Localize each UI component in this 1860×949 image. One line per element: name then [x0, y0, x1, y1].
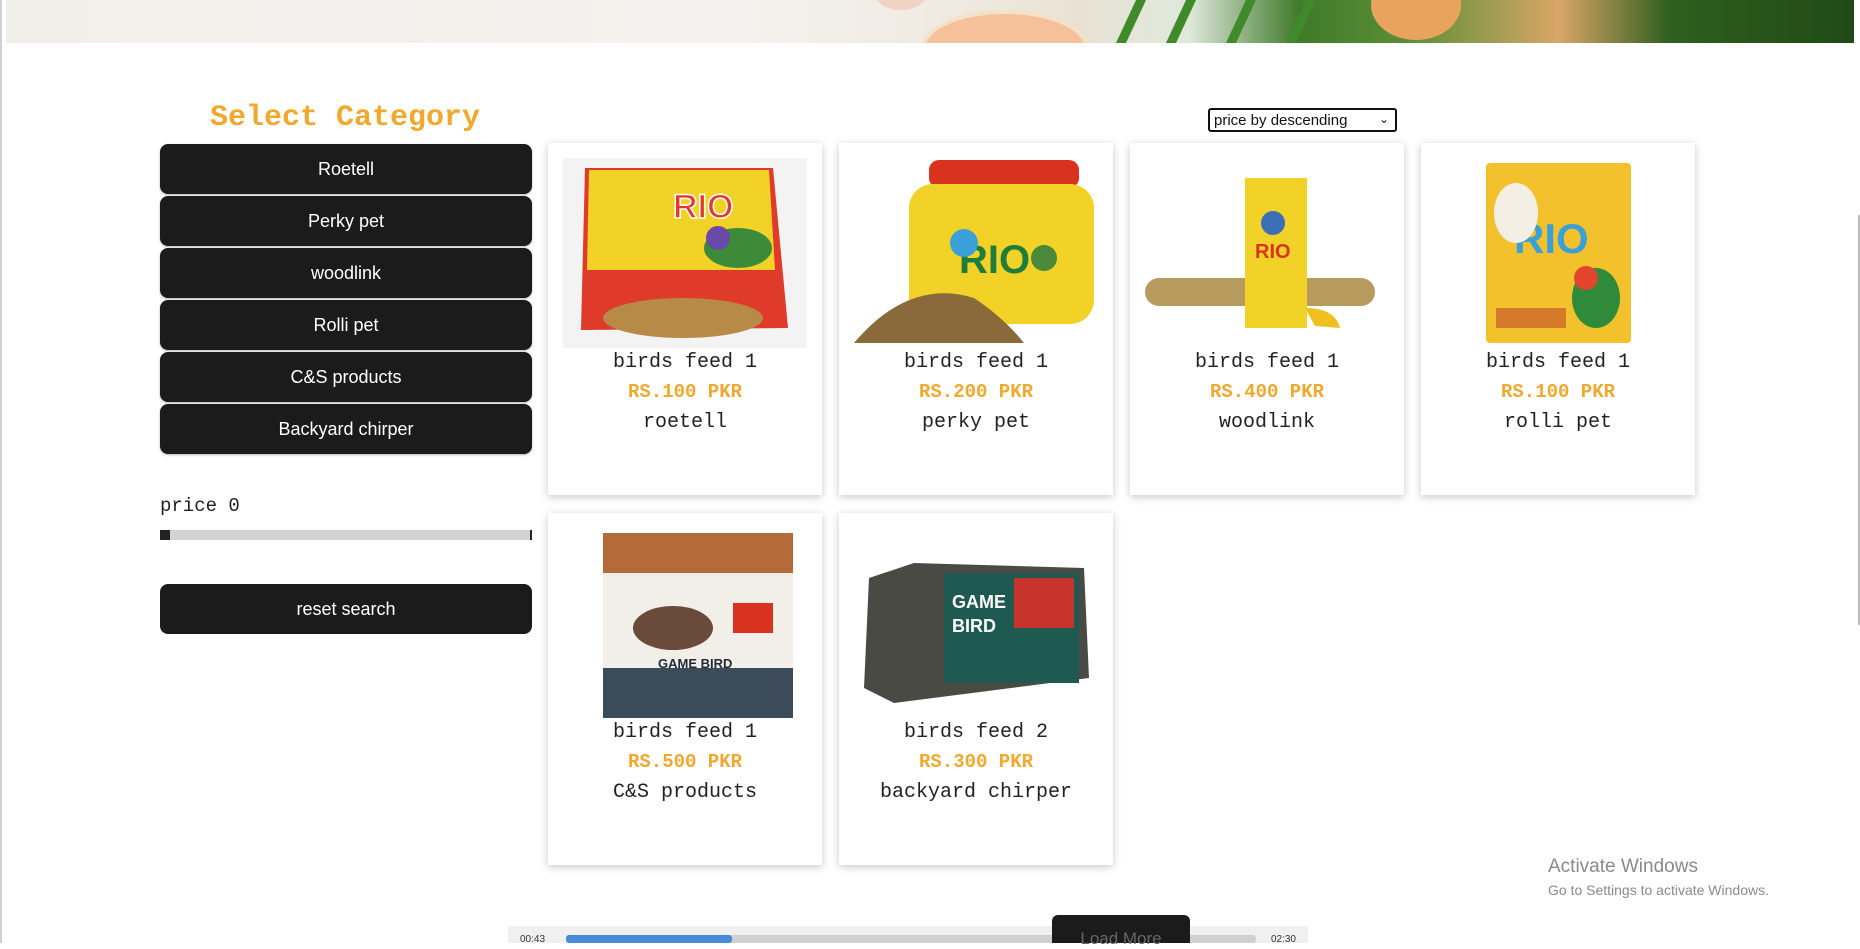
product-name: birds feed 1 — [1194, 351, 1340, 374]
price-label: price 0 — [160, 495, 240, 517]
product-brand: C&S products — [612, 781, 758, 804]
svg-text:RIO: RIO — [1255, 241, 1291, 263]
svg-text:BIRD: BIRD — [952, 616, 996, 636]
product-brand: roetell — [642, 411, 727, 434]
category-button-cs-products[interactable]: C&S products — [160, 352, 532, 402]
product-image: RIO — [1145, 158, 1389, 348]
product-price: RS.100 PKR — [1500, 381, 1616, 403]
page-border — [0, 0, 2, 943]
price-slider-handle[interactable] — [160, 530, 170, 540]
product-image: RIO — [854, 158, 1098, 348]
hero-bean — [1165, 0, 1197, 43]
category-title: Select Category — [209, 101, 481, 135]
hero-grapefruit — [921, 10, 1089, 43]
product-card[interactable]: RIO birds feed 1 RS.400 PKR woodlink — [1130, 143, 1404, 495]
hero-bean — [1115, 0, 1147, 43]
category-button-backyard-chirper[interactable]: Backyard chirper — [160, 404, 532, 454]
product-card[interactable]: RIO birds feed 1 RS.100 PKR roetell — [548, 143, 822, 495]
product-card[interactable]: GAME BIRD birds feed 1 RS.500 PKR C&S pr… — [548, 513, 822, 865]
product-name: birds feed 1 — [1485, 351, 1631, 374]
product-image: GAME BIRD — [854, 528, 1098, 718]
product-brand: perky pet — [921, 411, 1031, 434]
load-more-button[interactable]: Load More — [1052, 915, 1190, 948]
product-price: RS.200 PKR — [918, 381, 1034, 403]
svg-text:RIO: RIO — [673, 188, 733, 226]
product-brand: woodlink — [1218, 411, 1315, 434]
svg-text:GAME BIRD: GAME BIRD — [658, 656, 732, 671]
product-name: birds feed 2 — [903, 721, 1049, 744]
hero-fruit — [876, 0, 926, 10]
product-brand: rolli pet — [1503, 411, 1613, 434]
activate-windows-title: Activate Windows — [1548, 856, 1698, 877]
product-card[interactable]: RIO birds feed 1 RS.100 PKR rolli pet — [1421, 143, 1695, 495]
hero-bean — [1225, 0, 1257, 43]
player-progress-fill — [566, 935, 732, 943]
hero-bean — [1285, 0, 1317, 43]
price-slider[interactable] — [160, 530, 532, 540]
product-brand: backyard chirper — [879, 781, 1073, 804]
product-name: birds feed 1 — [612, 351, 758, 374]
sort-selected-value: price by descending — [1214, 111, 1348, 129]
product-price: RS.400 PKR — [1209, 381, 1325, 403]
chevron-down-icon: ⌄ — [1378, 112, 1389, 126]
svg-text:GAME: GAME — [952, 592, 1006, 612]
product-image: RIO — [1436, 158, 1680, 348]
price-slider-end — [530, 530, 532, 540]
product-image: GAME BIRD — [563, 528, 807, 718]
category-button-woodlink[interactable]: woodlink — [160, 248, 532, 298]
category-button-perky-pet[interactable]: Perky pet — [160, 196, 532, 246]
player-current-time: 00:43 — [520, 934, 546, 945]
hero-squash — [1371, 0, 1461, 40]
product-name: birds feed 1 — [903, 351, 1049, 374]
product-price: RS.500 PKR — [627, 751, 743, 773]
player-total-time: 02:30 — [1270, 934, 1296, 945]
category-button-rolli-pet[interactable]: Rolli pet — [160, 300, 532, 350]
sort-select[interactable]: price by descending ⌄ — [1208, 108, 1397, 132]
category-button-roetell[interactable]: Roetell — [160, 144, 532, 194]
product-price: RS.300 PKR — [918, 751, 1034, 773]
product-image: RIO — [563, 158, 807, 348]
reset-search-button[interactable]: reset search — [160, 584, 532, 634]
product-price: RS.100 PKR — [627, 381, 743, 403]
product-name: birds feed 1 — [612, 721, 758, 744]
activate-windows-subtitle: Go to Settings to activate Windows. — [1548, 882, 1769, 898]
product-card[interactable]: RIO birds feed 1 RS.200 PKR perky pet — [839, 143, 1113, 495]
product-card[interactable]: GAME BIRD birds feed 2 RS.300 PKR backya… — [839, 513, 1113, 865]
hero-banner — [6, 0, 1854, 43]
